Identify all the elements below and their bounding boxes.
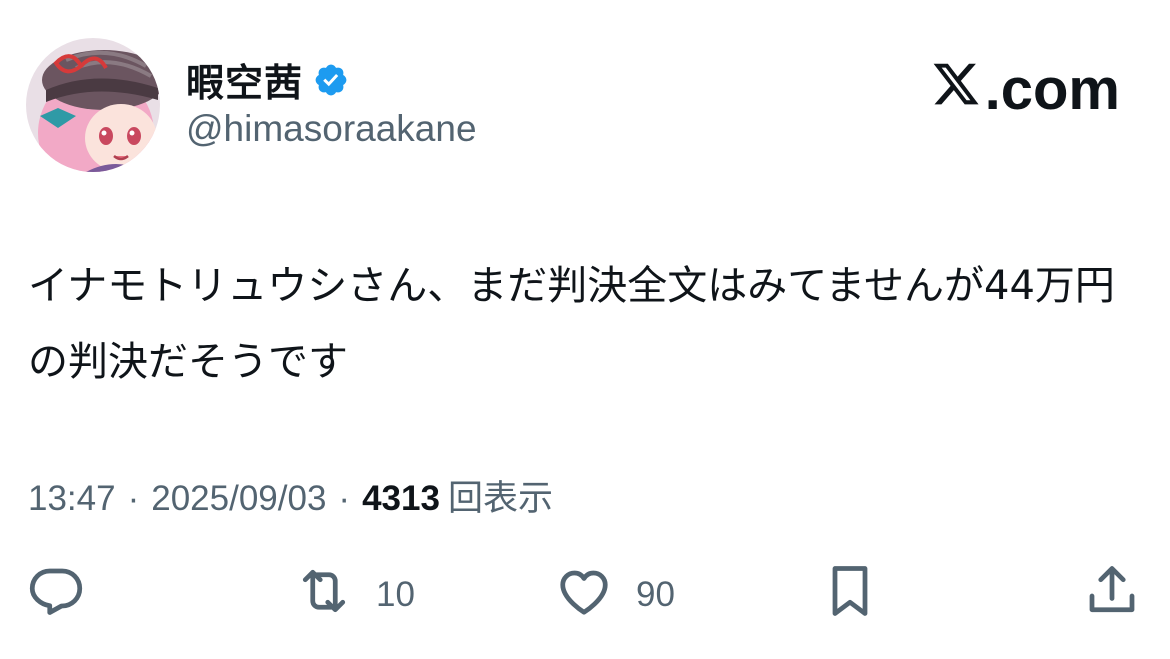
heart-icon — [554, 561, 614, 630]
retweet-icon — [294, 561, 354, 630]
share-icon — [1082, 561, 1142, 630]
views-count: 4313 — [362, 479, 440, 518]
share-button[interactable] — [1082, 560, 1142, 630]
author-name-row[interactable]: 暇空茜 — [186, 52, 349, 107]
tweet-time[interactable]: 13:47 — [28, 479, 116, 519]
action-bar: 10 90 — [0, 560, 1170, 630]
x-logo-icon — [929, 56, 985, 123]
tweet-meta: 13:47 · 2025/09/03 · 4313 回表示 — [28, 470, 553, 521]
meta-separator: · — [338, 479, 351, 518]
handle[interactable]: @himasoraakane — [186, 108, 477, 150]
views-label: 回表示 — [447, 479, 553, 519]
bookmark-icon — [820, 561, 880, 630]
reply-icon — [26, 561, 86, 630]
like-button[interactable]: 90 — [554, 560, 675, 630]
tweet-text: イナモトリュウシさん、まだ判決全文はみてませんが44万円の判決だそうです — [28, 263, 1115, 385]
avatar[interactable] — [26, 38, 160, 172]
bookmark-button[interactable] — [820, 560, 880, 630]
verified-badge-icon — [313, 62, 349, 98]
brand-label: .com — [984, 57, 1120, 122]
retweet-button[interactable]: 10 — [294, 560, 415, 630]
retweet-count: 10 — [376, 575, 415, 614]
display-name[interactable]: 暇空茜 — [186, 52, 303, 107]
tweet-date[interactable]: 2025/09/03 — [151, 479, 326, 519]
brand-watermark: .com — [929, 56, 1120, 123]
like-count: 90 — [636, 575, 675, 614]
avatar-image — [26, 38, 160, 172]
reply-button[interactable] — [26, 560, 86, 630]
meta-separator: · — [127, 479, 140, 518]
